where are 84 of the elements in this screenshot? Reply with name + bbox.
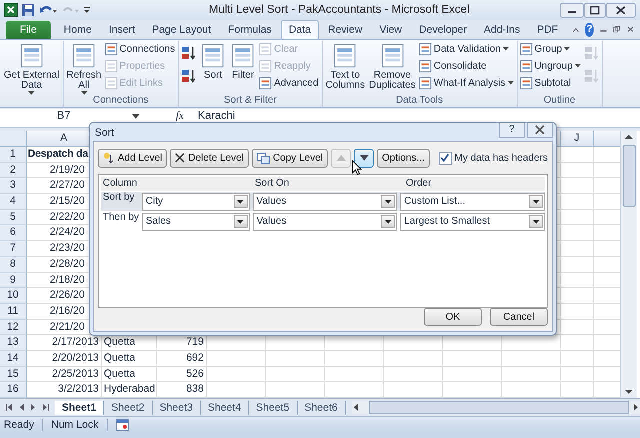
table-cell: 526 — [157, 366, 207, 382]
headers-checkbox[interactable]: My data has headers — [438, 152, 548, 164]
row-header[interactable]: 10 — [0, 288, 27, 304]
table-cell: 2/20/2013 — [27, 350, 102, 367]
options-button[interactable]: Options... — [377, 148, 430, 168]
sort-on-dropdown[interactable]: Values — [252, 192, 398, 210]
ribbon-button[interactable]: Advanced — [259, 75, 320, 91]
column-dropdown[interactable]: Sales — [142, 212, 250, 230]
copy-level-button[interactable]: Copy Level — [252, 148, 328, 168]
row-header[interactable]: 8 — [0, 256, 27, 272]
add-level-button[interactable]: Add Level — [98, 148, 168, 168]
help-button[interactable]: ? — [499, 123, 525, 138]
column-header[interactable]: J — [561, 131, 594, 147]
ribbon-tab[interactable]: Page Layout — [144, 20, 220, 39]
ribbon-button[interactable]: Consolidate — [418, 58, 515, 74]
row-header[interactable]: 3 — [0, 178, 27, 194]
ribbon-button[interactable]: Group — [520, 41, 582, 57]
table-cell: Quetta — [102, 350, 157, 367]
ribbon-tab[interactable]: Developer — [411, 20, 476, 39]
row-header[interactable]: 14 — [0, 350, 27, 367]
column-heading: Sort On — [255, 177, 290, 191]
row-header[interactable]: 15 — [0, 366, 27, 382]
ribbon-tab[interactable]: Review — [320, 20, 371, 39]
group-label: Connections — [92, 95, 150, 107]
sheet-tab[interactable]: Sheet3 — [152, 400, 201, 414]
help-button[interactable]: ? — [585, 22, 594, 36]
group-label: Sort & Filter — [223, 95, 278, 107]
ribbon-tab[interactable]: Home — [56, 20, 100, 39]
ribbon-tab[interactable]: Data — [280, 20, 320, 39]
group-label: Data Tools — [395, 95, 444, 107]
ribbon-tab[interactable]: Add-Ins — [476, 20, 528, 39]
row-header[interactable]: 5 — [0, 210, 27, 226]
sheet-tab[interactable]: Sheet1 — [55, 400, 104, 414]
ribbon-button[interactable]: Sort — [199, 41, 228, 81]
row-header[interactable]: 16 — [0, 382, 27, 398]
column-heading: Column — [102, 177, 138, 191]
row-header[interactable]: 6 — [0, 225, 27, 242]
row-header[interactable]: 2 — [0, 162, 27, 178]
sheet-tab[interactable]: Sheet4 — [201, 400, 250, 414]
ribbon-button[interactable]: Filter — [229, 41, 258, 81]
sort-on-dropdown[interactable]: Values — [252, 212, 398, 230]
table-cell: Quetta — [102, 366, 157, 382]
file-tab[interactable]: File — [6, 21, 51, 39]
group-label: Outline — [542, 95, 577, 107]
ribbon-button[interactable]: What-If Analysis — [418, 75, 515, 91]
ribbon-button[interactable]: Text to Columns — [324, 41, 366, 91]
sheet-tab[interactable]: Sheet6 — [298, 400, 346, 414]
level-label[interactable]: Then by — [101, 212, 139, 223]
ribbon-button[interactable]: Remove Duplicates — [368, 41, 417, 91]
ribbon-tab[interactable]: PDF — [529, 20, 566, 39]
status-text: Ready — [4, 419, 44, 431]
table-cell: 692 — [157, 350, 207, 367]
formula-field[interactable]: Karachi — [194, 110, 640, 122]
name-box[interactable]: B7 — [0, 110, 128, 122]
ribbon-button[interactable]: Ungroup — [520, 58, 582, 74]
delete-level-button[interactable]: Delete Level — [170, 148, 250, 168]
column-heading: Order — [406, 177, 432, 191]
table-cell: 2/25/2013 — [27, 366, 102, 382]
ribbon-button[interactable]: Get External Data — [3, 41, 61, 95]
row-header[interactable]: 7 — [0, 241, 27, 257]
window-title: Multi Level Sort - PakAccountants - Microsoft Excel — [209, 4, 471, 16]
cancel-button[interactable]: Cancel — [490, 308, 548, 326]
row-header[interactable]: 13 — [0, 335, 27, 351]
row-header[interactable]: 12 — [0, 320, 27, 336]
ribbon-button[interactable]: Refresh All — [66, 41, 103, 95]
ribbon-tab[interactable]: View — [372, 20, 410, 39]
order-dropdown[interactable]: Largest to Smallest — [400, 212, 546, 230]
ribbon-tab[interactable]: Insert — [100, 20, 144, 39]
status-text: Num Lock — [51, 419, 108, 431]
row-header[interactable]: 1 — [0, 147, 27, 163]
level-label[interactable]: Sort by — [101, 192, 139, 203]
row-header[interactable]: 9 — [0, 272, 27, 288]
row-header[interactable]: 4 — [0, 194, 27, 210]
ribbon-button[interactable]: Data Validation — [418, 41, 515, 57]
ribbon-tab[interactable]: Formulas — [220, 20, 280, 39]
row-header[interactable]: 11 — [0, 304, 27, 320]
order-dropdown[interactable]: Custom List... — [400, 192, 546, 210]
column-dropdown[interactable]: City — [142, 192, 250, 210]
sheet-tab[interactable]: Sheet2 — [104, 400, 153, 414]
ribbon-button[interactable]: Connections — [104, 41, 176, 57]
insert-function-button[interactable]: fx — [144, 110, 190, 122]
sheet-tab[interactable]: Sheet5 — [249, 400, 298, 414]
ribbon-button[interactable]: Subtotal — [520, 75, 582, 91]
ok-button[interactable]: OK — [424, 308, 482, 326]
